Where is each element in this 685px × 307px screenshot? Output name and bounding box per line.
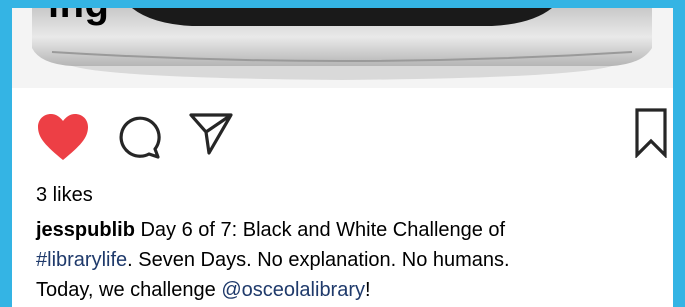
caption-text: ! (365, 279, 371, 301)
paper-plane-icon[interactable] (188, 112, 234, 156)
likes-count[interactable]: 3 likes (36, 184, 93, 207)
bookmark-icon[interactable] (634, 108, 668, 158)
caption-text: Today, we challenge (36, 279, 222, 301)
heart-icon[interactable] (36, 112, 90, 162)
action-bar (12, 98, 673, 168)
mention-link[interactable]: @osceolalibrary (221, 279, 365, 301)
post-frame: ing 3 likes jesspublib Day 6 of 7: Black… (0, 0, 685, 307)
caption-username[interactable]: jesspublib (36, 219, 135, 241)
comment-icon[interactable] (116, 114, 162, 160)
post-image[interactable] (12, 8, 673, 88)
caption-text: . Seven Days. No explanation. No humans. (127, 249, 510, 271)
overlay-heading: ing (48, 0, 110, 26)
post-caption: jesspublib Day 6 of 7: Black and White C… (36, 215, 656, 305)
caption-text: Day 6 of 7: Black and White Challenge of (134, 219, 506, 241)
hashtag-link[interactable]: #librarylife (36, 249, 127, 271)
